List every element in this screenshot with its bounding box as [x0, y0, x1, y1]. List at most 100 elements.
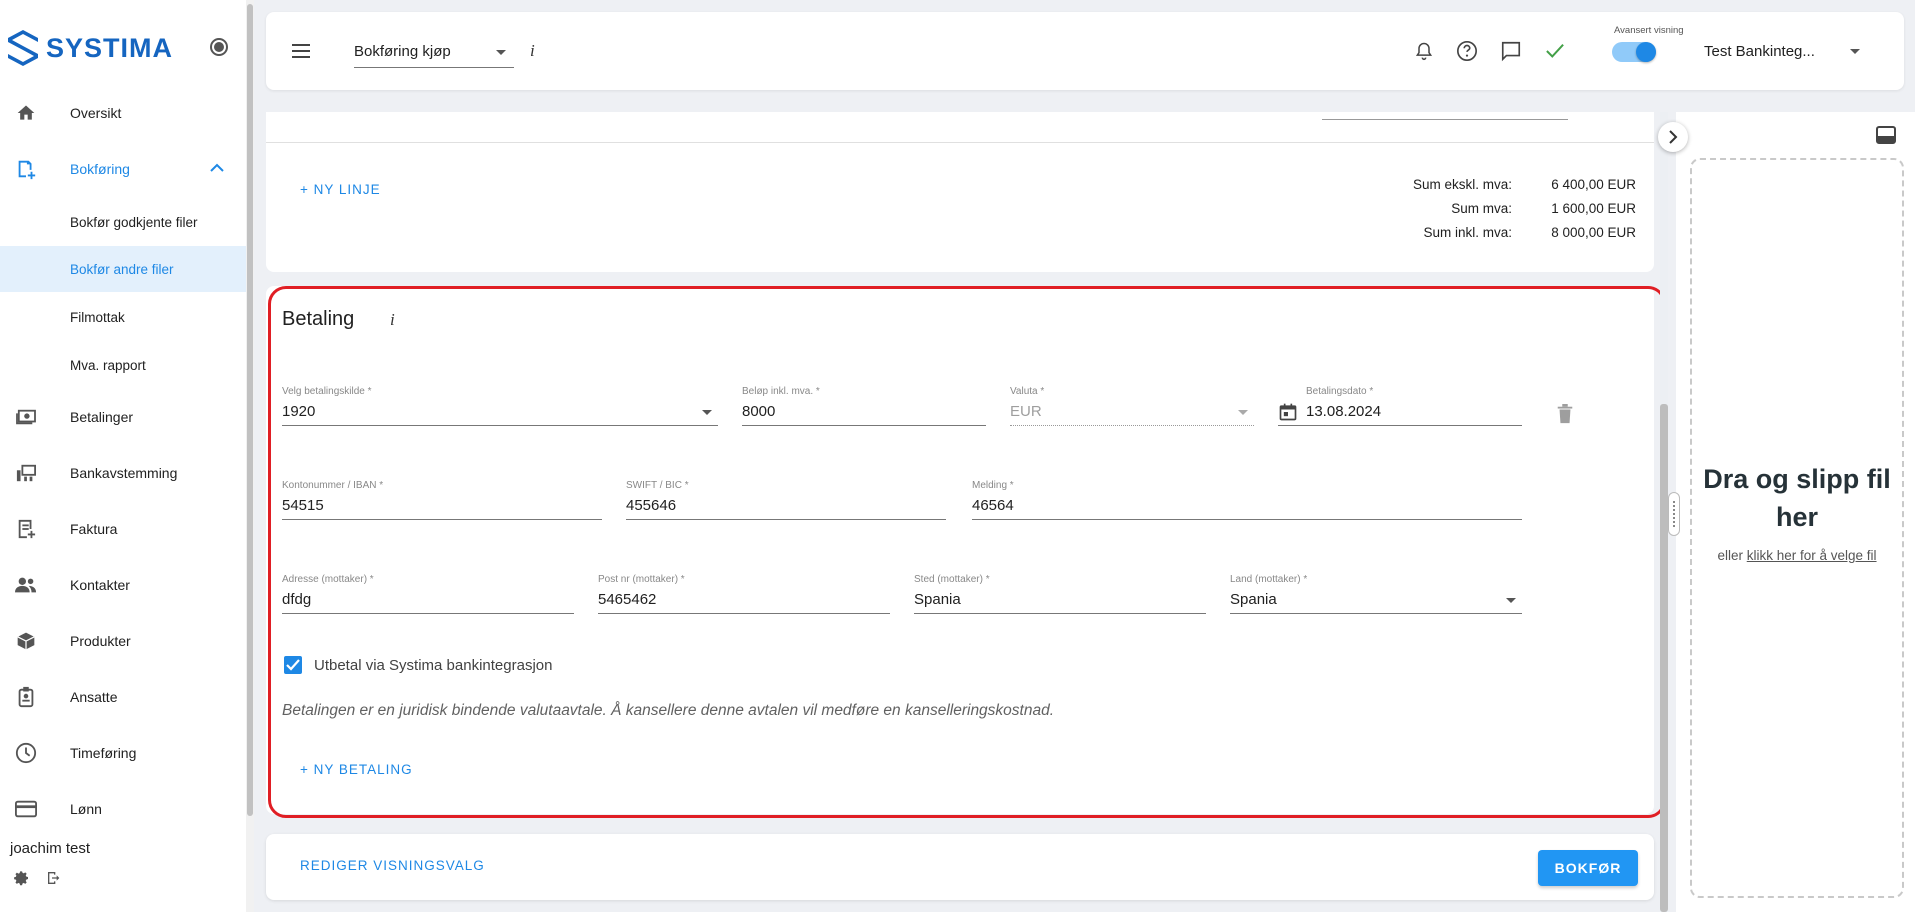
- field-value: Spania: [914, 591, 961, 608]
- chevron-right-icon: [1669, 130, 1678, 144]
- recipient-postcode-input[interactable]: Post nr (mottaker) * 5465462: [598, 574, 890, 614]
- recipient-country-select[interactable]: Land (mottaker) * Spania: [1230, 574, 1522, 614]
- advanced-view-label: Avansert visning: [1614, 25, 1684, 36]
- employee-badge-icon: [15, 686, 37, 708]
- clock-icon: [15, 742, 37, 764]
- dropdown-caret-icon: [702, 410, 712, 415]
- main-scrollbar[interactable]: [1660, 112, 1668, 912]
- drop-zone-or: eller: [1717, 548, 1743, 563]
- bank-integration-label: Utbetal via Systima bankintegrasjon: [314, 656, 553, 674]
- advanced-view-toggle[interactable]: [1612, 42, 1656, 62]
- sidebar-scrollbar-thumb[interactable]: [247, 4, 253, 816]
- recipient-place-input[interactable]: Sted (mottaker) * Spania: [914, 574, 1206, 614]
- choose-file-link[interactable]: klikk her for å velge fil: [1747, 548, 1877, 563]
- settings-gear-icon[interactable]: [14, 870, 30, 886]
- legal-notice: Betalingen er en juridisk bindende valut…: [282, 702, 1055, 719]
- sidebar-item-bankavstemming[interactable]: Bankavstemming: [0, 451, 246, 495]
- sidebar-item-label: Bankavstemming: [70, 465, 178, 481]
- collapse-panel-button[interactable]: [1658, 122, 1688, 152]
- invoice-icon: [15, 518, 37, 540]
- sidebar-item-label: Timeføring: [70, 745, 137, 761]
- sidebar-item-oversikt[interactable]: Oversikt: [0, 91, 246, 135]
- top-bar: Bokføring kjøp i Avansert visning Test B…: [266, 12, 1904, 90]
- sum-row-excl-vat: Sum ekskl. mva: 6 400,00 EUR: [1266, 172, 1636, 196]
- company-select[interactable]: Test Bankinteg...: [1704, 43, 1815, 60]
- amount-input[interactable]: Beløp inkl. mva. * 8000: [742, 386, 986, 426]
- sidebar-item-label: Kontakter: [70, 577, 130, 593]
- sidebar-item-ansatte[interactable]: Ansatte: [0, 675, 246, 719]
- sidebar-item-label: Betalinger: [70, 409, 134, 425]
- page-type-select-value: Bokføring kjøp: [354, 43, 451, 60]
- theme-toggle-icon[interactable]: [210, 38, 228, 56]
- book-button[interactable]: BOKFØR: [1538, 850, 1638, 886]
- field-value: EUR: [1010, 403, 1042, 420]
- payment-info-icon[interactable]: i: [390, 310, 395, 330]
- bookkeeping-icon: [15, 158, 37, 180]
- sidebar-subitem-label: Bokfør godkjente filer: [70, 214, 198, 230]
- account-iban-input[interactable]: Kontonummer / IBAN * 54515: [282, 480, 602, 520]
- payment-card: Betaling i Velg betalingskilde * 1920 Be…: [266, 286, 1654, 814]
- systima-logo[interactable]: SYSTIMA: [6, 28, 173, 68]
- checkmark-icon: [286, 659, 300, 671]
- sidebar-item-betalinger[interactable]: Betalinger: [0, 395, 246, 439]
- payments-icon: [15, 406, 37, 428]
- sidebar-item-timeforing[interactable]: Timeføring: [0, 731, 246, 775]
- sidebar-subitem-mva-rapport[interactable]: Mva. rapport: [0, 342, 246, 388]
- panel-layout-icon[interactable]: [1876, 126, 1896, 144]
- field-label: Betalingsdato *: [1306, 386, 1374, 397]
- help-circle-icon[interactable]: [1456, 40, 1478, 62]
- file-drop-zone[interactable]: Dra og slipp fil her eller klikk her for…: [1690, 158, 1904, 898]
- calendar-icon[interactable]: [1278, 402, 1298, 422]
- notification-bell-icon[interactable]: [1414, 40, 1434, 62]
- new-line-button[interactable]: + NY LINJE: [300, 182, 381, 197]
- logout-icon[interactable]: [46, 870, 62, 886]
- drop-zone-title: Dra og slipp fil her: [1703, 464, 1891, 532]
- field-label: Land (mottaker) *: [1230, 574, 1308, 585]
- page-type-select[interactable]: Bokføring kjøp: [354, 40, 514, 68]
- message-input[interactable]: Melding * 46564: [972, 480, 1522, 520]
- drop-zone-subtitle: eller klikk her for å velge fil: [1712, 546, 1882, 566]
- main-scrollbar-thumb[interactable]: [1660, 404, 1668, 912]
- sum-label: Sum mva:: [1451, 200, 1512, 216]
- toggle-knob: [1636, 42, 1656, 62]
- sidebar-item-bokforing[interactable]: Bokføring: [0, 147, 246, 191]
- bank-integration-checkbox[interactable]: [284, 656, 302, 674]
- sidebar-item-produkter[interactable]: Produkter: [0, 619, 246, 663]
- sidebar-item-label: Produkter: [70, 633, 131, 649]
- delete-trash-icon[interactable]: [1556, 404, 1574, 424]
- edit-view-options-button[interactable]: REDIGER VISNINGSVALG: [300, 858, 485, 873]
- recipient-address-input[interactable]: Adresse (mottaker) * dfdg: [282, 574, 574, 614]
- field-value: 54515: [282, 497, 324, 514]
- sidebar-subitem-filmottak[interactable]: Filmottak: [0, 294, 246, 340]
- sidebar-item-faktura[interactable]: Faktura: [0, 507, 246, 551]
- sum-value: 8 000,00 EUR: [1551, 224, 1636, 240]
- field-label: Velg betalingskilde *: [282, 386, 372, 397]
- panel-resize-handle[interactable]: [1668, 492, 1680, 536]
- sidebar-subitem-godkjente[interactable]: Bokfør godkjente filer: [0, 199, 246, 245]
- field-label: Melding *: [972, 480, 1014, 491]
- payment-date-input[interactable]: Betalingsdato * 13.08.2024: [1278, 386, 1522, 426]
- field-value: 5465462: [598, 591, 657, 608]
- sum-totals: Sum ekskl. mva: 6 400,00 EUR Sum mva: 1 …: [1266, 172, 1636, 244]
- sidebar-item-lonn[interactable]: Lønn: [0, 787, 246, 831]
- sidebar-scrollbar[interactable]: [246, 0, 254, 912]
- payment-title: Betaling: [282, 308, 355, 330]
- field-label: Kontonummer / IBAN *: [282, 480, 384, 491]
- chevron-up-icon[interactable]: [210, 163, 224, 173]
- swift-bic-input[interactable]: SWIFT / BIC * 455646: [626, 480, 946, 520]
- chat-bubble-icon[interactable]: [1500, 40, 1522, 62]
- info-icon[interactable]: i: [530, 41, 535, 61]
- sum-label: Sum inkl. mva:: [1423, 224, 1512, 240]
- dropdown-caret-icon: [1238, 410, 1248, 415]
- sidebar-subitem-andre-filer[interactable]: Bokfør andre filer: [0, 246, 246, 292]
- company-dropdown-caret-icon[interactable]: [1850, 49, 1860, 54]
- new-payment-button[interactable]: + NY BETALING: [300, 762, 413, 777]
- home-icon: [15, 102, 37, 124]
- field-label: Post nr (mottaker) *: [598, 574, 685, 585]
- sidebar-item-kontakter[interactable]: Kontakter: [0, 563, 246, 607]
- sidebar-item-label: Bokføring: [70, 161, 130, 177]
- bank-integration-checkbox-row[interactable]: Utbetal via Systima bankintegrasjon: [284, 656, 552, 674]
- sum-value: 1 600,00 EUR: [1551, 200, 1636, 216]
- payment-source-select[interactable]: Velg betalingskilde * 1920: [282, 386, 718, 426]
- menu-hamburger-icon[interactable]: [292, 44, 310, 58]
